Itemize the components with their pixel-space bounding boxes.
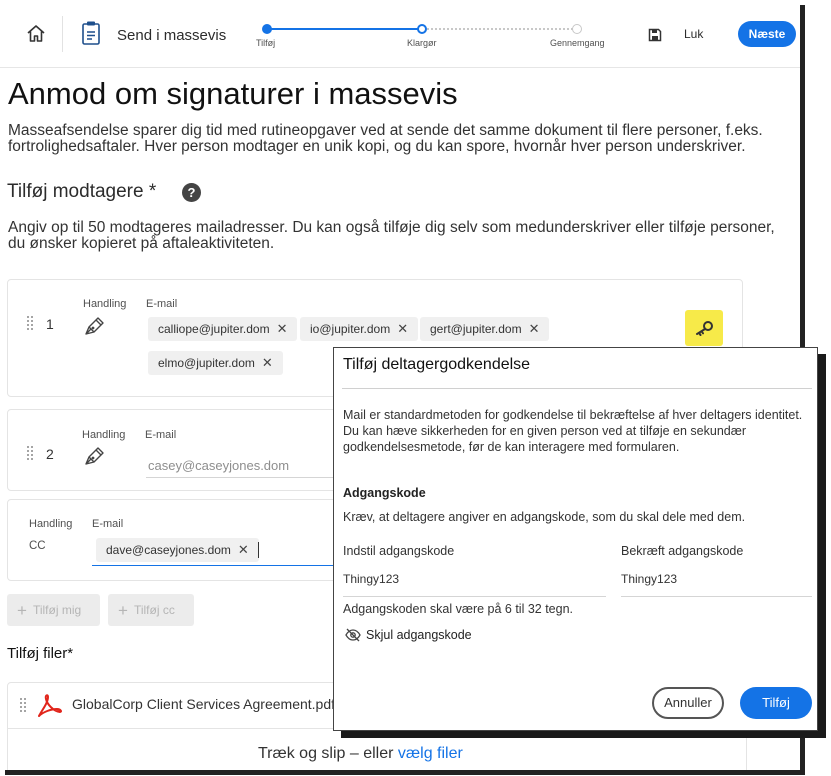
email-tag[interactable]: calliope@jupiter.dom ✕ xyxy=(148,317,298,341)
recipients-title-text: Tilføj modtagere xyxy=(7,181,144,202)
remove-email-icon[interactable]: ✕ xyxy=(529,321,540,336)
recipients-section-title: Tilføj modtagere * xyxy=(7,181,156,203)
confirm-password-input[interactable]: Thingy123 xyxy=(621,572,677,586)
step-label-add[interactable]: Tilføj xyxy=(256,38,275,48)
choose-files-link[interactable]: vælg filer xyxy=(398,745,463,762)
remove-email-icon[interactable]: ✕ xyxy=(238,542,249,557)
cancel-button[interactable]: Annuller xyxy=(652,687,724,719)
participant-authentication-dialog: Tilføj deltagergodkendelse Mail er stand… xyxy=(333,347,818,731)
set-password-underline xyxy=(343,596,606,597)
stepper-line-pending xyxy=(427,28,573,30)
email-tag[interactable]: io@jupiter.dom ✕ xyxy=(300,317,419,341)
remove-email-icon[interactable]: ✕ xyxy=(262,355,273,370)
remove-email-icon[interactable]: ✕ xyxy=(277,321,288,336)
cc-type[interactable]: CC xyxy=(29,540,46,552)
dialog-divider xyxy=(342,388,812,389)
step-dot-add xyxy=(262,24,272,34)
save-icon[interactable] xyxy=(648,28,662,42)
confirm-password-label: Bekræft adgangskode xyxy=(621,544,744,558)
progress-stepper: Tilføj Klargør Gennemgang xyxy=(255,20,625,50)
set-password-input[interactable]: Thingy123 xyxy=(343,572,399,586)
dialog-description: Mail er standardmetoden for godkendelse … xyxy=(343,408,803,454)
drag-handle-icon[interactable] xyxy=(27,316,33,332)
header-divider xyxy=(62,16,63,52)
email-label: E-mail xyxy=(146,298,178,310)
step-dot-review xyxy=(572,24,582,34)
step-label-review[interactable]: Gennemgang xyxy=(550,38,605,48)
close-button[interactable]: Luk xyxy=(684,27,703,41)
email-input-underline xyxy=(146,477,336,478)
step-dot-prepare xyxy=(417,24,427,34)
files-section-title: Tilføj filer* xyxy=(7,645,74,662)
remove-email-icon[interactable]: ✕ xyxy=(397,321,408,336)
plus-icon: + xyxy=(118,601,128,620)
signer-pen-icon[interactable] xyxy=(83,314,107,338)
key-icon xyxy=(696,321,713,336)
set-password-label: Indstil adgangskode xyxy=(343,544,455,558)
add-cc-button[interactable]: + Tilføj cc xyxy=(108,594,194,626)
action-label: Handling xyxy=(83,298,127,310)
email-tag[interactable]: gert@jupiter.dom ✕ xyxy=(420,317,550,341)
file-name: GlobalCorp Client Services Agreement.pdf xyxy=(72,696,336,712)
email-input[interactable]: casey@caseyjones.dom xyxy=(148,458,289,473)
stepper-line-complete xyxy=(267,28,421,30)
recipient-number: 1 xyxy=(46,316,54,332)
drag-handle-icon[interactable] xyxy=(20,698,26,714)
top-header: Send i massevis Tilføj Klargør Gennemgan… xyxy=(0,0,800,68)
action-label: Handling xyxy=(29,518,73,530)
drop-zone-text: Træk og slip – eller vælg filer xyxy=(258,745,463,762)
hide-password-toggle[interactable]: Skjul adgangskode xyxy=(366,628,472,642)
signer-pen-icon[interactable] xyxy=(83,444,107,468)
pdf-icon xyxy=(38,694,62,717)
confirm-password-underline xyxy=(621,596,812,597)
email-label: E-mail xyxy=(145,429,177,441)
header-title: Send i massevis xyxy=(117,27,227,44)
password-hint: Adgangskoden skal være på 6 til 32 tegn. xyxy=(343,602,574,616)
email-input-underline[interactable] xyxy=(92,565,336,566)
dialog-title: Tilføj deltagergodkendelse xyxy=(343,356,531,373)
email-tag[interactable]: dave@caseyjones.dom ✕ xyxy=(96,538,259,562)
intro-text: Masseafsendelse sparer dig tid med rutin… xyxy=(8,122,763,155)
authentication-key-button[interactable] xyxy=(685,310,723,346)
password-method-description: Kræv, at deltagere angiver en adgangskod… xyxy=(343,510,746,524)
recipient-number: 2 xyxy=(46,446,54,462)
action-label: Handling xyxy=(82,429,126,441)
password-method-title: Adgangskode xyxy=(343,486,426,500)
eye-hidden-icon[interactable] xyxy=(345,628,361,642)
page-title: Anmod om signaturer i massevis xyxy=(8,76,458,111)
add-button[interactable]: Tilføj xyxy=(740,687,812,719)
required-mark: * xyxy=(148,181,157,202)
add-me-button[interactable]: + Tilføj mig xyxy=(7,594,100,626)
email-tag[interactable]: elmo@jupiter.dom ✕ xyxy=(148,351,283,375)
recipients-description: Angiv op til 50 modtageres mailadresser.… xyxy=(8,219,775,252)
drag-handle-icon[interactable] xyxy=(27,446,33,462)
email-label: E-mail xyxy=(92,518,124,530)
next-button[interactable]: Næste xyxy=(738,21,796,47)
step-label-prepare[interactable]: Klargør xyxy=(407,38,437,48)
bulk-send-document-icon xyxy=(82,21,100,45)
text-cursor xyxy=(258,542,259,558)
plus-icon: + xyxy=(17,601,27,620)
help-icon[interactable]: ? xyxy=(182,183,201,202)
home-icon[interactable] xyxy=(26,24,46,44)
